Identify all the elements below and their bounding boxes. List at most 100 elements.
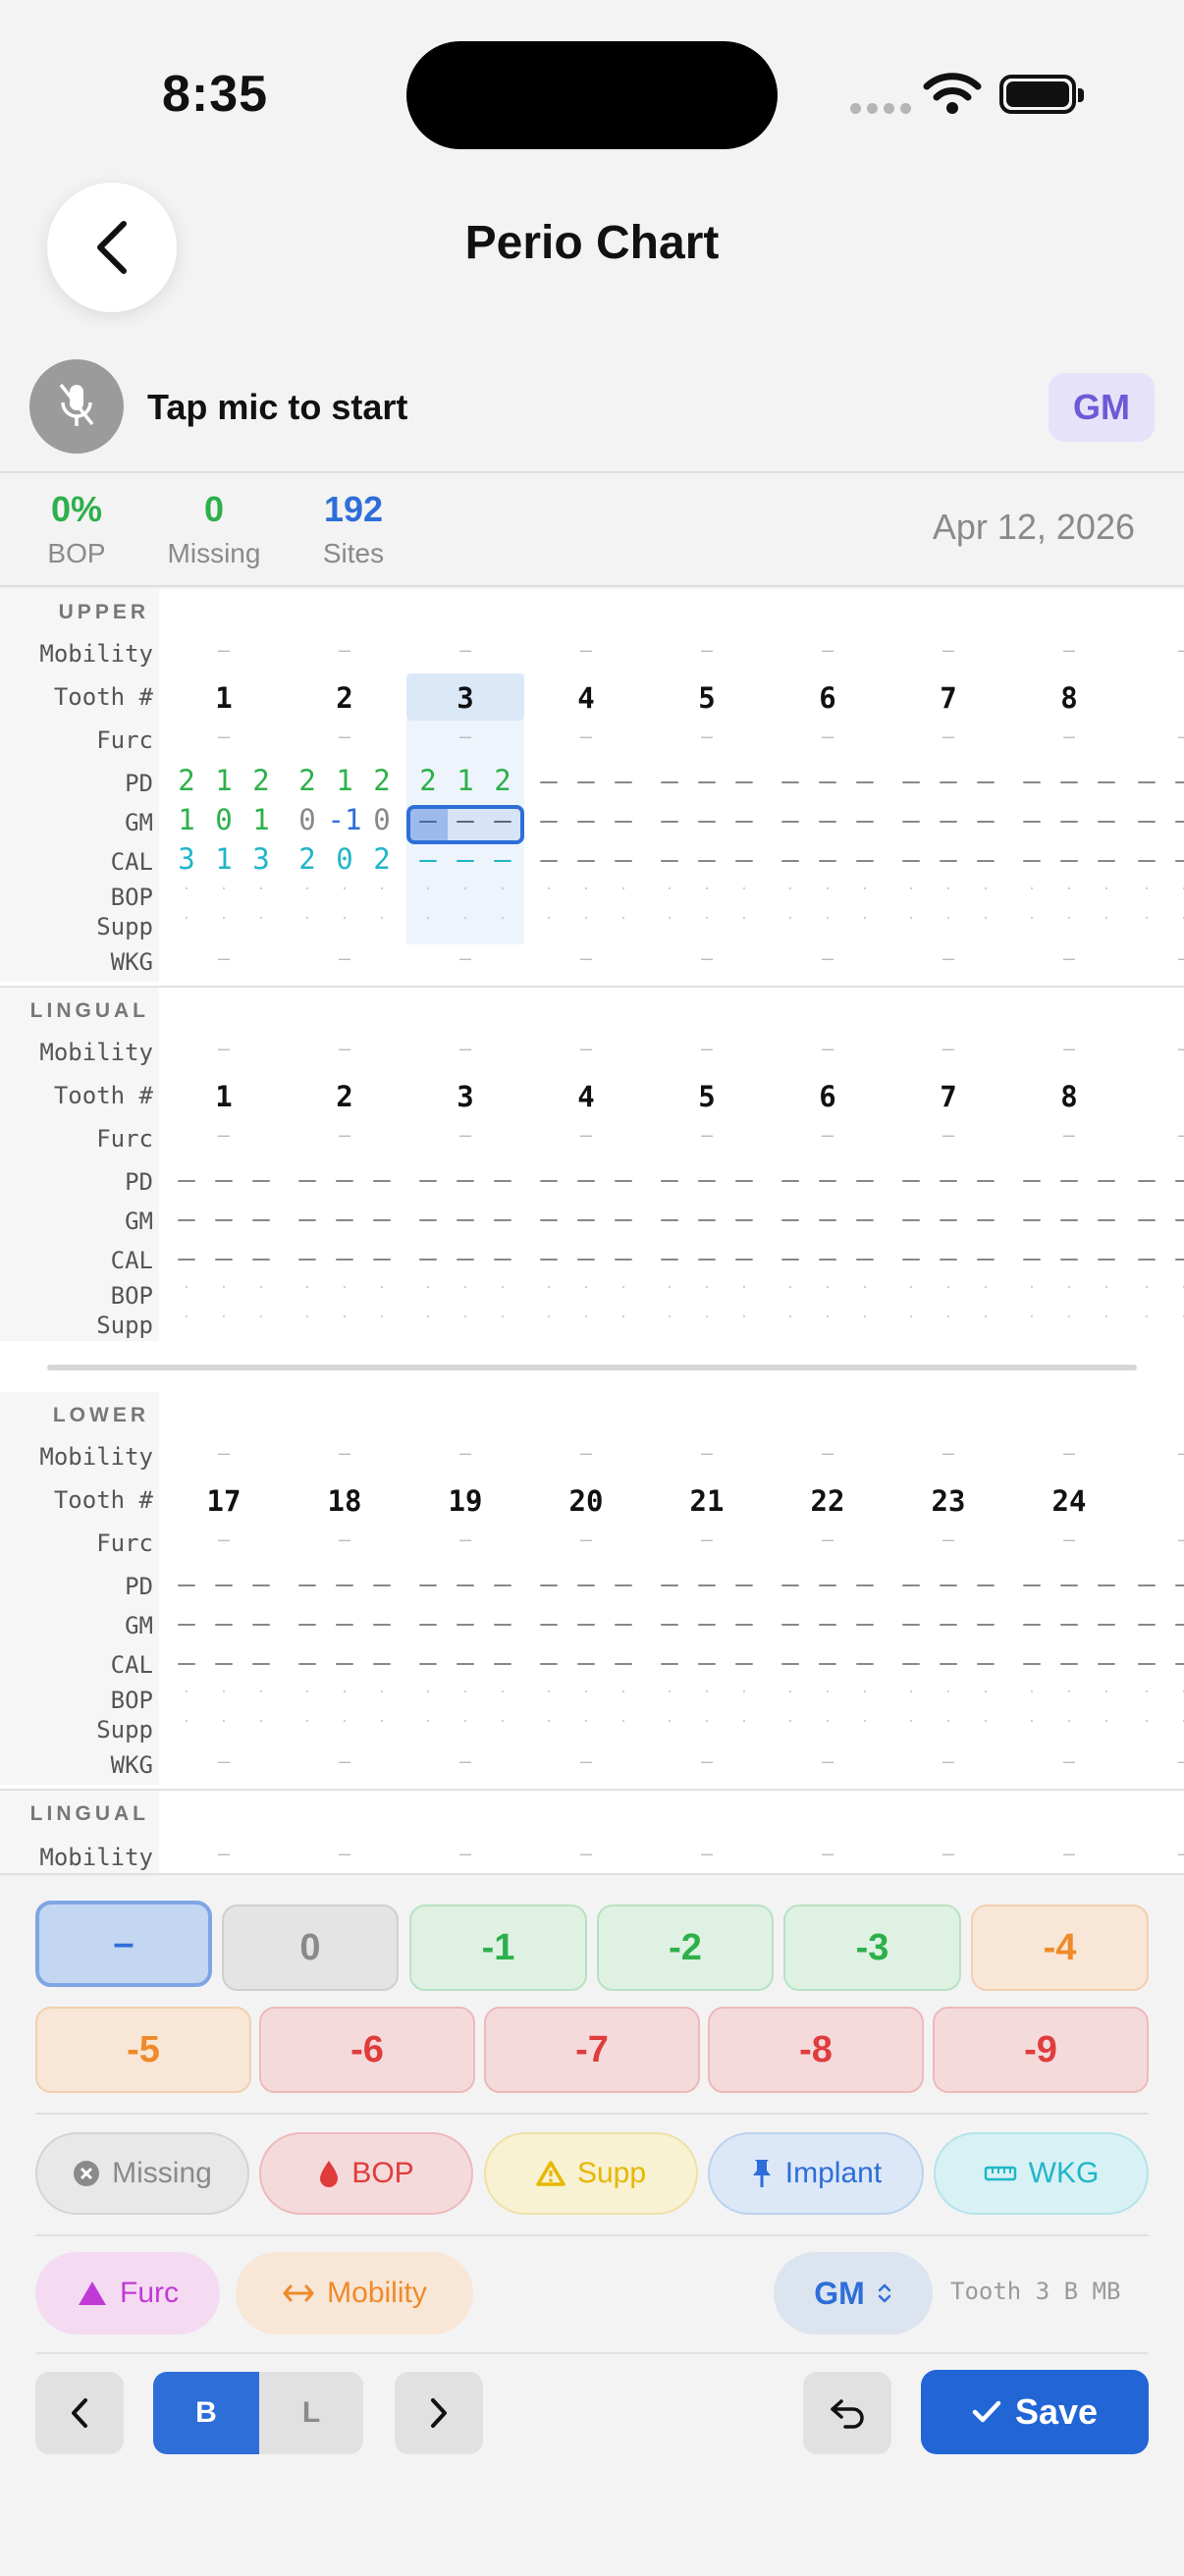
site-dot: · bbox=[256, 882, 266, 897]
site-dot: · bbox=[1102, 911, 1111, 927]
site-pd: – bbox=[419, 1162, 437, 1196]
site-cal: – bbox=[540, 1645, 558, 1679]
implant-toggle[interactable]: Implant bbox=[708, 2132, 924, 2215]
empty-cell: – bbox=[579, 1441, 593, 1465]
site-cal: – bbox=[457, 1645, 474, 1679]
active-site-marker bbox=[410, 809, 448, 840]
bop-toggle[interactable]: BOP bbox=[259, 2132, 473, 2215]
undo-button[interactable] bbox=[803, 2372, 891, 2454]
lingual-tab[interactable]: L bbox=[259, 2372, 363, 2454]
mic-button[interactable] bbox=[29, 359, 124, 454]
key-minus-4[interactable]: -4 bbox=[971, 1905, 1149, 1991]
site-gm: – bbox=[1098, 1606, 1115, 1639]
site-dot: · bbox=[498, 1714, 508, 1730]
mobility-button[interactable]: Mobility bbox=[236, 2252, 473, 2334]
site-dot: · bbox=[182, 1310, 191, 1325]
site-pd: – bbox=[577, 1162, 595, 1196]
site-dot: · bbox=[860, 1685, 870, 1700]
site-dot: · bbox=[544, 882, 554, 897]
site-gm: – bbox=[940, 1202, 957, 1235]
site-dot: · bbox=[219, 1714, 229, 1730]
site-cal: – bbox=[819, 842, 836, 876]
key-minus-2[interactable]: -2 bbox=[597, 1905, 774, 1991]
tooth-number: 7 bbox=[940, 1080, 957, 1113]
key-minus-6[interactable]: -6 bbox=[259, 2007, 475, 2093]
site-dot: · bbox=[182, 1280, 191, 1296]
site-gm: – bbox=[735, 1606, 753, 1639]
site-dot: · bbox=[665, 1714, 674, 1730]
key-minus-3[interactable]: -3 bbox=[783, 1905, 961, 1991]
site-pd: – bbox=[1023, 764, 1041, 797]
site-gm: – bbox=[940, 803, 957, 836]
key-minus-8[interactable]: -8 bbox=[708, 2007, 924, 2093]
site-pd: – bbox=[252, 1567, 270, 1600]
site-dot: · bbox=[544, 1685, 554, 1700]
key-minus-7[interactable]: -7 bbox=[484, 2007, 700, 2093]
site-gm: – bbox=[1060, 1202, 1078, 1235]
site-dot: · bbox=[1164, 1280, 1184, 1296]
furc-button[interactable]: Furc bbox=[35, 2252, 220, 2334]
site-dot: · bbox=[340, 1280, 350, 1296]
empty-cell: – bbox=[458, 1037, 472, 1060]
site-pd: – bbox=[819, 1567, 836, 1600]
field-selector[interactable]: GM bbox=[774, 2252, 933, 2334]
site-cal: – bbox=[1098, 1645, 1115, 1679]
missing-toggle[interactable]: Missing bbox=[35, 2132, 249, 2215]
site-pd: 2 bbox=[252, 764, 270, 797]
empty-cell: – bbox=[338, 1123, 351, 1147]
empty-cell: – bbox=[1130, 1842, 1184, 1865]
site-dot: · bbox=[785, 911, 795, 927]
site-dot: · bbox=[943, 1310, 953, 1325]
tooth-number: 5 bbox=[698, 1080, 716, 1113]
site-gm: – bbox=[735, 803, 753, 836]
key-minus-1[interactable]: -1 bbox=[409, 1905, 587, 1991]
site-dot: · bbox=[256, 1685, 266, 1700]
site-pd: – bbox=[215, 1162, 233, 1196]
site-gm: 0 bbox=[298, 803, 316, 836]
wkg-toggle[interactable]: WKG bbox=[934, 2132, 1149, 2215]
site-pd: – bbox=[1023, 1567, 1041, 1600]
buccal-tab[interactable]: B bbox=[153, 2372, 259, 2454]
stat-sites: 192 Sites bbox=[310, 489, 397, 569]
empty-cell: – bbox=[458, 1842, 472, 1865]
site-gm: – bbox=[1138, 803, 1156, 836]
key-empty[interactable]: – bbox=[35, 1901, 212, 1987]
site-dot: · bbox=[581, 1280, 591, 1296]
prev-button[interactable] bbox=[35, 2372, 124, 2454]
mode-badge[interactable]: GM bbox=[1049, 373, 1155, 442]
site-cal: 3 bbox=[252, 842, 270, 876]
row-label-cal: CAL bbox=[0, 1247, 159, 1274]
site-dot: · bbox=[702, 1685, 712, 1700]
site-gm: – bbox=[373, 1202, 391, 1235]
site-dot: · bbox=[1064, 882, 1074, 897]
site-cal: – bbox=[1023, 1645, 1041, 1679]
site-pd: – bbox=[494, 1162, 511, 1196]
site-gm: – bbox=[902, 803, 920, 836]
next-button[interactable] bbox=[395, 2372, 483, 2454]
site-gm: – bbox=[615, 1606, 632, 1639]
key-0[interactable]: 0 bbox=[222, 1905, 399, 1991]
empty-cell: – bbox=[821, 946, 834, 970]
site-dot: · bbox=[1064, 1714, 1074, 1730]
site-dot: · bbox=[823, 1714, 833, 1730]
site-cal: – bbox=[940, 1645, 957, 1679]
save-button[interactable]: Save bbox=[921, 2370, 1149, 2454]
empty-cell: – bbox=[338, 1528, 351, 1551]
empty-cell: – bbox=[458, 638, 472, 662]
site-pd: – bbox=[781, 764, 799, 797]
supp-toggle[interactable]: Supp bbox=[484, 2132, 698, 2215]
empty-cell: – bbox=[338, 1037, 351, 1060]
site-gm: – bbox=[819, 803, 836, 836]
site-dot: · bbox=[665, 1310, 674, 1325]
site-dot: · bbox=[544, 911, 554, 927]
site-pd: – bbox=[940, 1567, 957, 1600]
site-dot: · bbox=[785, 882, 795, 897]
site-cal: – bbox=[661, 1645, 678, 1679]
key-minus-9[interactable]: -9 bbox=[933, 2007, 1149, 2093]
input-panel: – 0 -1 -2 -3 -4 -5 -6 -7 -8 -9 Missing B… bbox=[0, 1873, 1184, 2576]
key-minus-5[interactable]: -5 bbox=[35, 2007, 251, 2093]
empty-cell: – bbox=[458, 1749, 472, 1773]
site-dot: · bbox=[1102, 882, 1111, 897]
site-dot: · bbox=[665, 911, 674, 927]
site-cal: 2 bbox=[373, 842, 391, 876]
